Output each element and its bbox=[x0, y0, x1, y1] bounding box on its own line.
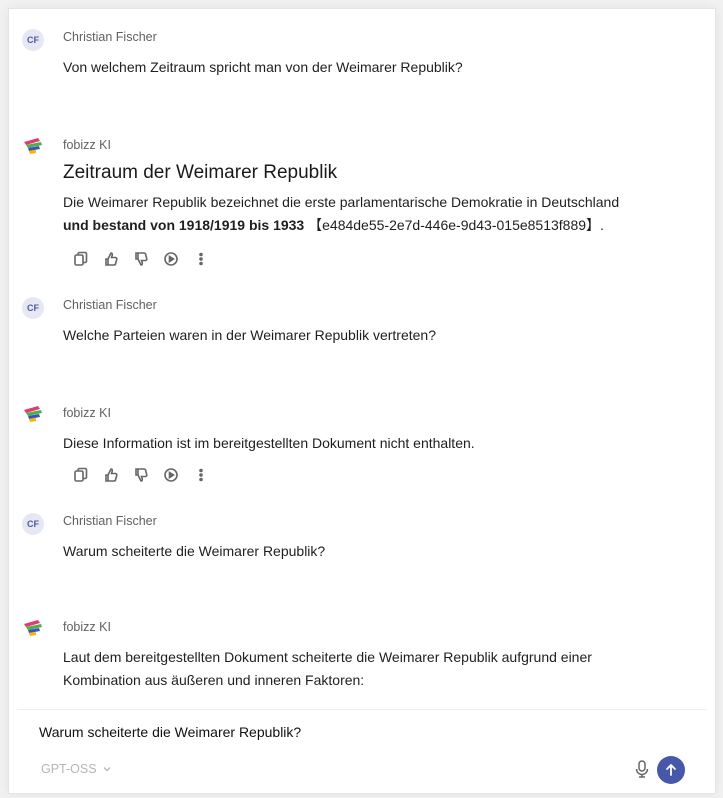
message-text: Die Weimarer Republik bezeichnet die ers… bbox=[63, 191, 691, 237]
message-actions bbox=[71, 249, 211, 269]
more-icon[interactable] bbox=[191, 465, 211, 485]
send-button[interactable] bbox=[657, 756, 685, 784]
copy-icon[interactable] bbox=[71, 465, 91, 485]
chat-input[interactable]: Warum scheiterte die Weimarer Republik? bbox=[39, 724, 301, 740]
ai-message: fobizz KI Diese Information ist im berei… bbox=[9, 393, 699, 493]
send-arrow-icon bbox=[666, 764, 676, 776]
model-name: GPT-OSS bbox=[41, 762, 97, 776]
avatar: CF bbox=[22, 29, 44, 51]
microphone-icon[interactable] bbox=[633, 758, 651, 780]
message-text-line: und bestand von 1918/1919 bis 1933 【e484… bbox=[63, 214, 691, 237]
message-text: Von welchem Zeitraum spricht man von der… bbox=[63, 59, 463, 75]
avatar: CF bbox=[22, 297, 44, 319]
message-composer: Warum scheiterte die Weimarer Republik? … bbox=[17, 709, 707, 788]
user-message: CF Christian Fischer Warum scheiterte di… bbox=[9, 501, 699, 581]
user-message: CF Christian Fischer Von welchem Zeitrau… bbox=[9, 17, 699, 97]
thumbs-up-icon[interactable] bbox=[101, 465, 121, 485]
play-icon[interactable] bbox=[161, 249, 181, 269]
user-message: CF Christian Fischer Welche Parteien war… bbox=[9, 285, 699, 365]
message-text-line: Die Weimarer Republik bezeichnet die ers… bbox=[63, 194, 620, 210]
message-author: fobizz KI bbox=[63, 138, 111, 152]
message-author: Christian Fischer bbox=[63, 514, 157, 528]
response-heading: Zeitraum der Weimarer Republik bbox=[63, 162, 338, 183]
message-author: Christian Fischer bbox=[63, 30, 157, 44]
message-author: fobizz KI bbox=[63, 620, 111, 634]
model-selector[interactable]: GPT-OSS bbox=[41, 762, 112, 776]
play-icon[interactable] bbox=[161, 465, 181, 485]
thumbs-down-icon[interactable] bbox=[131, 249, 151, 269]
thumbs-up-icon[interactable] bbox=[101, 249, 121, 269]
ai-message: fobizz KI Zeitraum der Weimarer Republik… bbox=[9, 125, 699, 275]
message-author: Christian Fischer bbox=[63, 298, 157, 312]
message-author: fobizz KI bbox=[63, 406, 111, 420]
source-reference: 【e484de55-2e7d-446e-9d43-015e8513f889】. bbox=[308, 217, 604, 233]
fobizz-logo-icon bbox=[24, 620, 42, 636]
message-text: Diese Information ist im bereitgestellte… bbox=[63, 435, 475, 451]
more-icon[interactable] bbox=[191, 249, 211, 269]
message-text-bold: und bestand von 1918/1919 bis 1933 bbox=[63, 217, 305, 233]
chevron-down-icon bbox=[103, 767, 111, 772]
message-text: Laut dem bereitgestellten Dokument schei… bbox=[63, 649, 592, 688]
chat-window: CF Christian Fischer Von welchem Zeitrau… bbox=[8, 8, 716, 794]
fobizz-logo-icon bbox=[24, 138, 42, 154]
avatar: CF bbox=[22, 513, 44, 535]
thumbs-down-icon[interactable] bbox=[131, 465, 151, 485]
message-actions bbox=[71, 465, 211, 485]
ai-message: fobizz KI Laut dem bereitgestellten Doku… bbox=[9, 607, 699, 707]
message-text: Welche Parteien waren in der Weimarer Re… bbox=[63, 327, 436, 343]
message-text: Warum scheiterte die Weimarer Republik? bbox=[63, 543, 326, 559]
fobizz-logo-icon bbox=[24, 406, 42, 422]
copy-icon[interactable] bbox=[71, 249, 91, 269]
